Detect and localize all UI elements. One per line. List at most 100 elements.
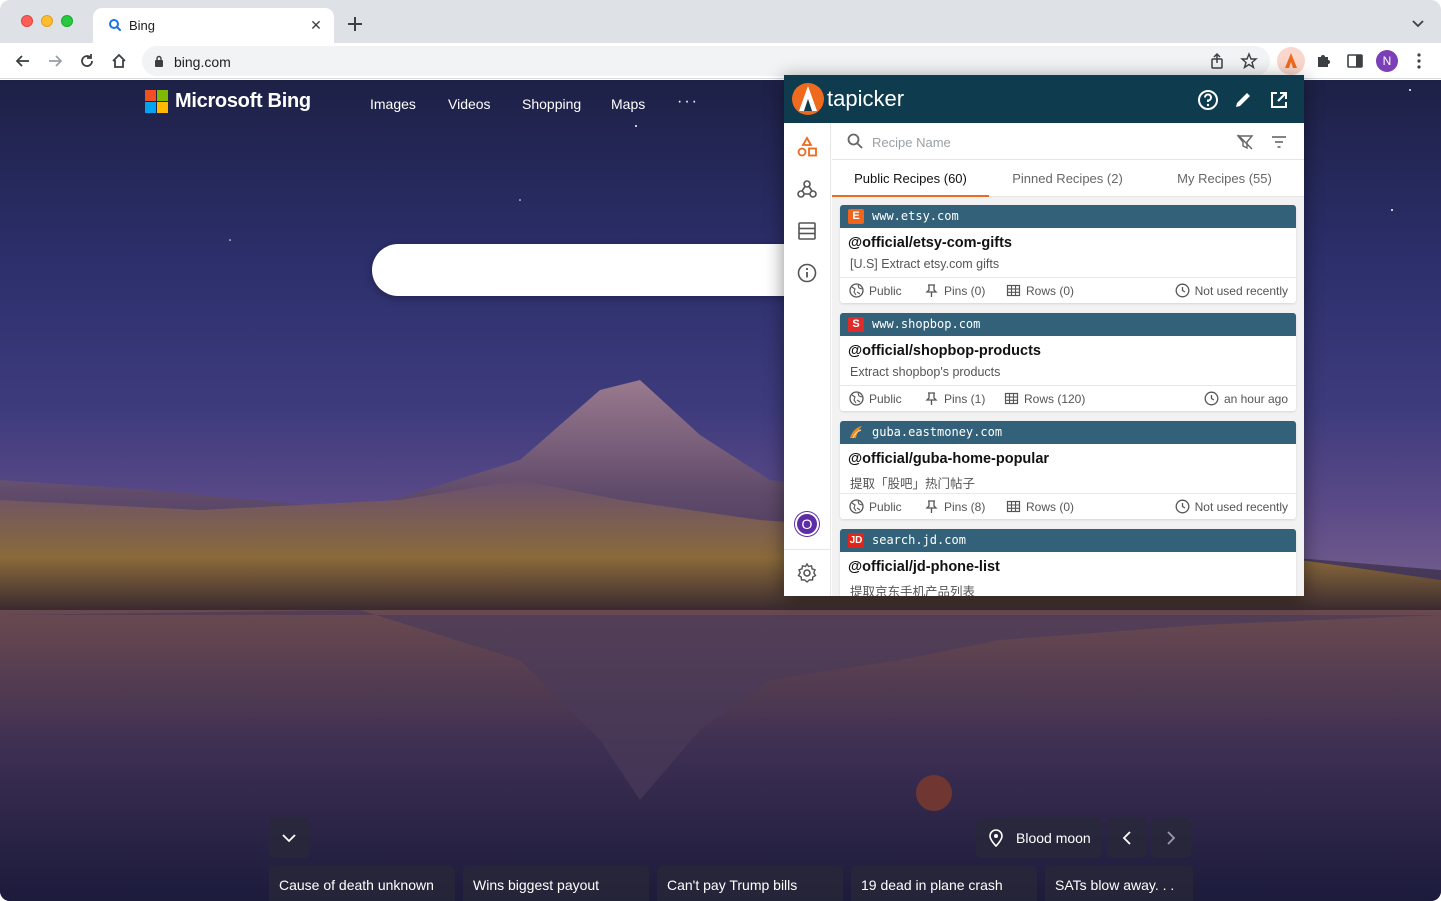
recipe-title[interactable]: @official/etsy-com-gifts: [848, 235, 1012, 251]
chevron-left-icon: [1122, 831, 1131, 845]
recipe-search-input[interactable]: [872, 132, 1212, 152]
news-headline: 19 dead in plane crash: [861, 877, 1003, 893]
recipe-last-used: an hour ago: [1204, 391, 1288, 406]
scroll-down-button[interactable]: [269, 818, 309, 858]
image-title: Blood moon: [1016, 830, 1091, 846]
close-window-button[interactable]: [21, 15, 33, 27]
tapicker-extension-button[interactable]: [1277, 47, 1305, 75]
globe-icon: [849, 391, 864, 406]
tab-pinned-recipes[interactable]: Pinned Recipes (2): [989, 161, 1146, 197]
search-icon: [109, 19, 121, 31]
recipe-description: [U.S] Extract etsy.com gifts: [850, 257, 1000, 271]
image-info-button[interactable]: Blood moon: [976, 818, 1102, 858]
pin-icon: [925, 392, 938, 405]
tab-my-recipes[interactable]: My Recipes (55): [1146, 161, 1303, 197]
recipe-card[interactable]: JD search.jd.com @official/jd-phone-list…: [840, 529, 1296, 596]
zoom-window-button[interactable]: [61, 15, 73, 27]
nav-maps[interactable]: Maps: [611, 96, 645, 112]
nav-shopping[interactable]: Shopping: [522, 96, 581, 112]
recipe-description: 提取京东手机产品列表: [850, 585, 976, 596]
recipe-pins[interactable]: Pins (8): [924, 500, 985, 514]
recipe-card[interactable]: S www.shopbop.com @official/shopbop-prod…: [840, 313, 1296, 411]
microsoft-logo-icon[interactable]: [145, 90, 168, 113]
recipe-card-footer: Public Pins (0) Rows (0) Not used recent…: [840, 277, 1296, 303]
recipe-domain: www.shopbop.com: [872, 317, 981, 331]
recipe-card[interactable]: E www.etsy.com @official/etsy-com-gifts …: [840, 205, 1296, 303]
minimize-window-button[interactable]: [41, 15, 53, 27]
pin-icon: [925, 500, 938, 513]
new-tab-icon[interactable]: [345, 14, 365, 34]
recipe-title[interactable]: @official/shopbop-products: [848, 343, 1041, 359]
forward-icon[interactable]: [45, 51, 65, 71]
lock-icon[interactable]: [154, 55, 164, 67]
address-bar[interactable]: bing.com: [142, 46, 1270, 76]
settings-gear-icon[interactable]: [796, 562, 818, 584]
recipe-card[interactable]: guba.eastmoney.com @official/guba-home-p…: [840, 421, 1296, 519]
news-headline: Cause of death unknown: [279, 877, 434, 893]
clock-icon: [1204, 391, 1219, 406]
bing-brand[interactable]: Microsoft Bing: [175, 90, 311, 113]
recipe-card-header: JD search.jd.com: [840, 529, 1296, 552]
profile-avatar[interactable]: N: [1376, 50, 1398, 72]
close-tab-icon[interactable]: ✕: [307, 16, 325, 34]
help-icon[interactable]: [1197, 89, 1219, 111]
edit-pencil-icon[interactable]: [1232, 89, 1254, 111]
recipe-card-header: S www.shopbop.com: [840, 313, 1296, 336]
tapicker-sidebar: O: [784, 123, 831, 596]
info-icon[interactable]: [796, 262, 818, 284]
recipe-last-used: Not used recently: [1175, 283, 1288, 298]
extensions-puzzle-icon[interactable]: [1313, 51, 1333, 71]
browser-menu-icon[interactable]: [1409, 51, 1429, 71]
news-card[interactable]: Can't pay Trump bills: [657, 866, 843, 901]
share-icon[interactable]: [1208, 52, 1226, 70]
tab-title: Bing: [129, 18, 156, 33]
nav-images[interactable]: Images: [370, 96, 416, 112]
news-card[interactable]: Wins biggest payout: [463, 866, 649, 901]
news-headline: SATs blow away. . .: [1055, 877, 1175, 893]
recipe-last-used: Not used recently: [1175, 499, 1288, 514]
clear-filter-icon[interactable]: [1236, 133, 1254, 151]
recipe-pins[interactable]: Pins (0): [924, 284, 985, 298]
user-avatar-initial: O: [801, 516, 813, 532]
chevron-right-icon: [1167, 831, 1176, 845]
search-icon: [847, 133, 863, 149]
previous-image-button[interactable]: [1107, 818, 1147, 858]
chevron-down-icon: [282, 834, 296, 843]
filter-list-icon[interactable]: [1270, 133, 1288, 151]
recipe-tabs: Public Recipes (60) Pinned Recipes (2) M…: [832, 161, 1304, 197]
browser-tab-bing[interactable]: Bing ✕: [93, 8, 334, 43]
eastmoney-favicon-icon: [850, 426, 862, 439]
shopbop-favicon-icon: S: [848, 317, 864, 332]
news-card[interactable]: Cause of death unknown: [269, 866, 455, 901]
recipe-rows: Rows (0): [1006, 500, 1074, 514]
recipes-shapes-icon[interactable]: [796, 136, 818, 158]
user-avatar[interactable]: O: [795, 512, 819, 536]
recipe-title[interactable]: @official/guba-home-popular: [848, 451, 1049, 467]
location-pin-icon: [989, 829, 1003, 847]
nav-more[interactable]: ···: [677, 93, 699, 111]
browser-toolbar: bing.com N: [0, 43, 1441, 79]
grid-table-icon: [1006, 284, 1021, 297]
globe-icon: [849, 283, 864, 298]
recipe-pins[interactable]: Pins (1): [924, 392, 985, 406]
next-image-button[interactable]: [1151, 818, 1191, 858]
webhook-icon[interactable]: [796, 178, 818, 200]
recipe-title[interactable]: @official/jd-phone-list: [848, 559, 1000, 575]
recipe-card-header: guba.eastmoney.com: [840, 421, 1296, 444]
data-table-icon[interactable]: [796, 220, 818, 242]
tab-search-chevron-icon[interactable]: [1411, 16, 1425, 30]
reload-icon[interactable]: [77, 51, 97, 71]
nav-videos[interactable]: Videos: [448, 96, 491, 112]
tapicker-popup: tapicker O Public Recipes (60) Pinned Re…: [784, 75, 1304, 596]
bookmark-star-icon[interactable]: [1240, 52, 1258, 70]
open-external-icon[interactable]: [1268, 89, 1290, 111]
news-card[interactable]: SATs blow away. . .: [1045, 866, 1193, 901]
back-icon[interactable]: [13, 51, 33, 71]
recipe-domain: search.jd.com: [872, 533, 966, 547]
home-icon[interactable]: [109, 51, 129, 71]
tab-public-recipes[interactable]: Public Recipes (60): [832, 161, 989, 197]
side-panel-icon[interactable]: [1345, 51, 1365, 71]
recipe-domain: guba.eastmoney.com: [872, 425, 1003, 439]
url-text[interactable]: bing.com: [174, 54, 231, 70]
news-card[interactable]: 19 dead in plane crash: [851, 866, 1037, 901]
